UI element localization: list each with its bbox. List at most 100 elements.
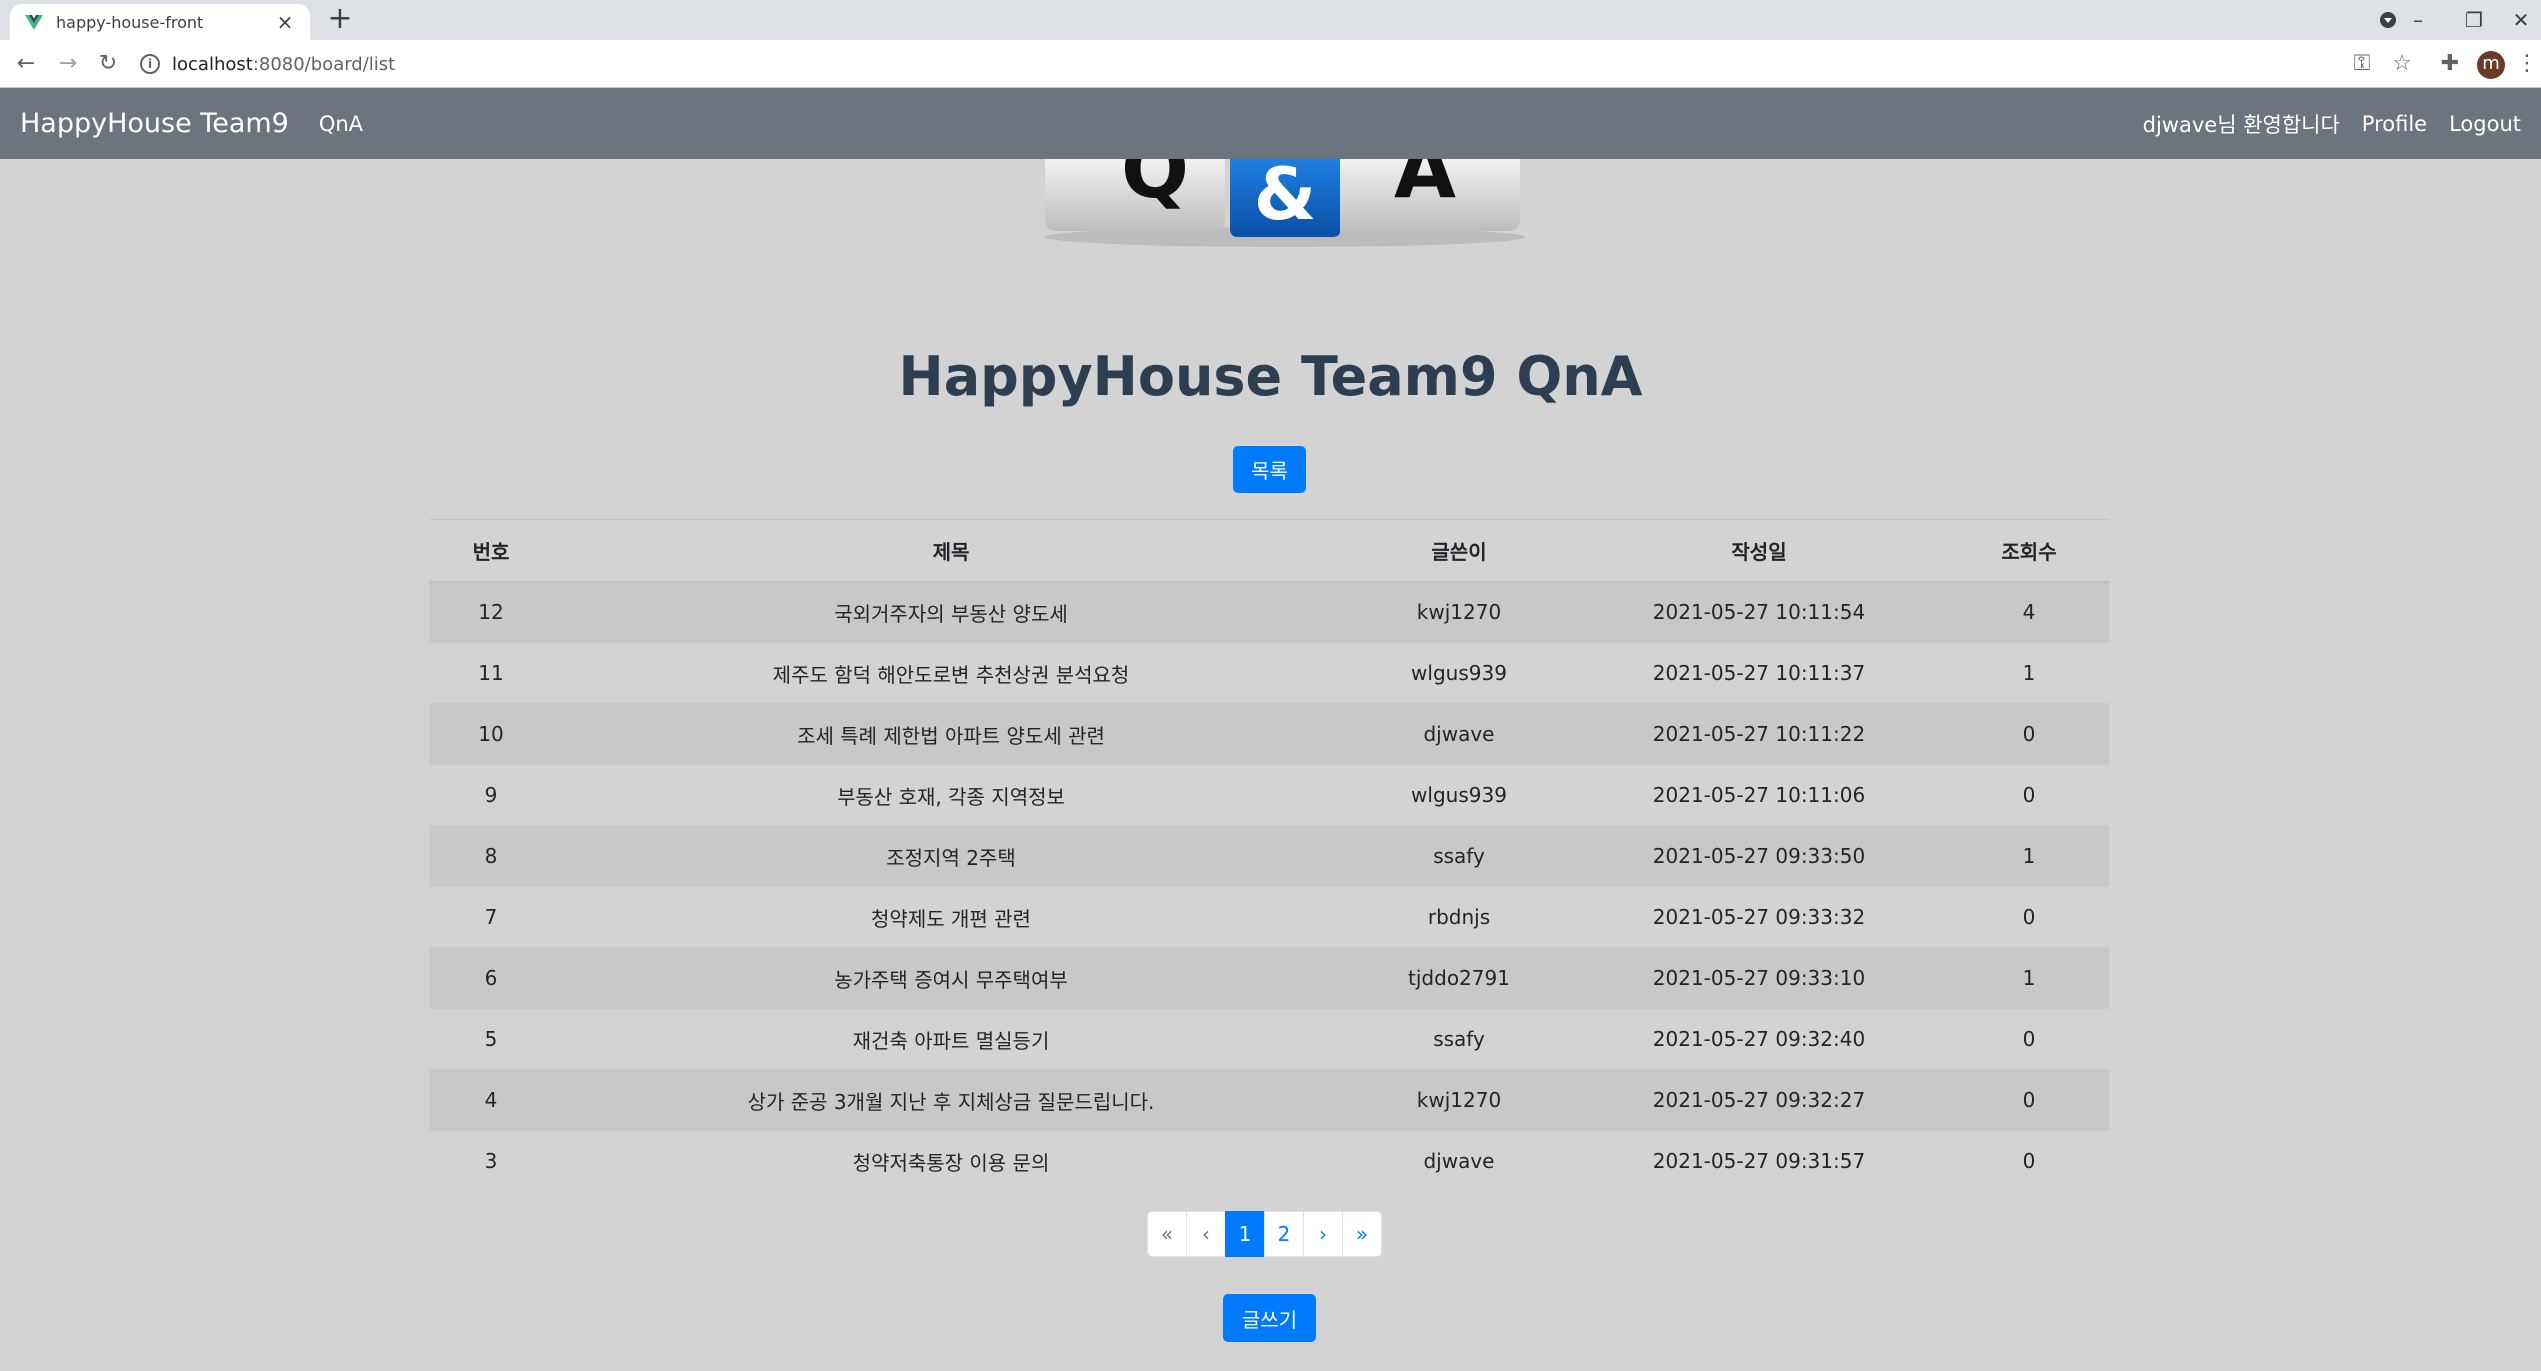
cell-number: 3 bbox=[429, 1130, 553, 1192]
write-button[interactable]: 글쓰기 bbox=[1223, 1294, 1316, 1342]
cell-title[interactable]: 재건축 아파트 멸실등기 bbox=[553, 1008, 1349, 1070]
profile-link[interactable]: Profile bbox=[2362, 112, 2427, 136]
cell-number: 7 bbox=[429, 886, 553, 948]
cell-views: 0 bbox=[1949, 886, 2109, 948]
cell-title[interactable]: 부동산 호재, 각종 지역정보 bbox=[553, 764, 1349, 826]
list-button[interactable]: 목록 bbox=[1233, 446, 1306, 493]
cell-date: 2021-05-27 09:33:10 bbox=[1569, 947, 1949, 1009]
minimize-icon[interactable]: – bbox=[2390, 0, 2446, 40]
vue-logo-icon bbox=[25, 15, 43, 30]
cell-number: 4 bbox=[429, 1069, 553, 1131]
cell-date: 2021-05-27 10:11:22 bbox=[1569, 703, 1949, 765]
logout-link[interactable]: Logout bbox=[2449, 112, 2521, 136]
cell-number: 9 bbox=[429, 764, 553, 826]
cell-views: 0 bbox=[1949, 1069, 2109, 1131]
table-row[interactable]: 9 부동산 호재, 각종 지역정보 wlgus939 2021-05-27 10:11… bbox=[429, 764, 2109, 826]
cell-views: 0 bbox=[1949, 1008, 2109, 1070]
tab-title: happy-house-front bbox=[56, 12, 204, 32]
cell-title[interactable]: 농가주택 증여시 무주택여부 bbox=[553, 947, 1349, 1009]
profile-avatar[interactable]: m bbox=[2477, 51, 2505, 79]
cell-title[interactable]: 상가 준공 3개월 지난 후 지체상금 질문드립니다. bbox=[553, 1069, 1349, 1131]
cell-views: 0 bbox=[1949, 764, 2109, 826]
cell-views: 1 bbox=[1949, 947, 2109, 1009]
restore-icon[interactable]: ❐ bbox=[2446, 0, 2502, 40]
reload-icon[interactable]: ↻ bbox=[92, 48, 124, 80]
pagination: « ‹ 1 2 › » bbox=[1147, 1211, 1382, 1257]
forward-arrow-icon[interactable]: → bbox=[52, 48, 84, 80]
menu-dots-icon[interactable]: ⋮ bbox=[2516, 48, 2538, 80]
star-icon[interactable]: ☆ bbox=[2386, 48, 2418, 80]
table-row[interactable]: 10 조세 특례 제한법 아파트 양도세 관련 djwave 2021-05-27 1… bbox=[429, 703, 2109, 765]
cell-author: kwj1270 bbox=[1349, 1069, 1569, 1131]
cell-title[interactable]: 제주도 함덕 해안도로변 추천상권 분석요청 bbox=[553, 642, 1349, 704]
table-row[interactable]: 3 청약저축통장 이용 문의 djwave 2021-05-27 09:31:57 0 bbox=[429, 1130, 2109, 1192]
cell-number: 12 bbox=[429, 581, 553, 643]
address-bar[interactable]: i localhost:8080/board/list bbox=[140, 46, 2340, 82]
key-icon[interactable]: ⚿ bbox=[2346, 48, 2378, 80]
table-row[interactable]: 12 국외거주자의 부동산 양도세 kwj1270 2021-05-27 10:11:… bbox=[429, 581, 2109, 643]
back-arrow-icon[interactable]: ← bbox=[10, 48, 42, 80]
cell-number: 8 bbox=[429, 825, 553, 887]
close-icon[interactable]: × bbox=[274, 10, 296, 34]
info-icon[interactable]: i bbox=[140, 54, 160, 74]
cell-author: rbdnjs bbox=[1349, 886, 1569, 948]
plus-icon[interactable]: + bbox=[324, 4, 356, 36]
cell-title[interactable]: 조정지역 2주택 bbox=[553, 825, 1349, 887]
cell-date: 2021-05-27 10:11:37 bbox=[1569, 642, 1949, 704]
table-row[interactable]: 4 상가 준공 3개월 지난 후 지체상금 질문드립니다. kwj1270 2021-… bbox=[429, 1069, 2109, 1131]
window-close-icon[interactable]: ✕ bbox=[2501, 0, 2541, 40]
page-prev-button[interactable]: ‹ bbox=[1186, 1211, 1226, 1257]
cell-number: 11 bbox=[429, 642, 553, 704]
cell-date: 2021-05-27 09:33:32 bbox=[1569, 886, 1949, 948]
table-row[interactable]: 7 청약제도 개편 관련 rbdnjs 2021-05-27 09:33:32 0 bbox=[429, 886, 2109, 948]
cell-date: 2021-05-27 09:32:40 bbox=[1569, 1008, 1949, 1070]
puzzle-icon[interactable]: ✚ bbox=[2434, 48, 2466, 80]
page-next-button[interactable]: › bbox=[1303, 1211, 1343, 1257]
table-row[interactable]: 8 조정지역 2주택 ssafy 2021-05-27 09:33:50 1 bbox=[429, 825, 2109, 887]
table-header-row: 번호 제목 글쓴이 작성일 조회수 bbox=[429, 519, 2109, 583]
cell-date: 2021-05-27 09:33:50 bbox=[1569, 825, 1949, 887]
cell-title[interactable]: 청약제도 개편 관련 bbox=[553, 886, 1349, 948]
app-navbar: HappyHouse Team9 QnA djwave님 환영합니다 Profi… bbox=[0, 88, 2541, 159]
table-row[interactable]: 5 재건축 아파트 멸실등기 ssafy 2021-05-27 09:32:40 0 bbox=[429, 1008, 2109, 1070]
browser-toolbar: ← → ↻ i localhost:8080/board/list ⚿ ☆ ✚ … bbox=[0, 40, 2541, 88]
cell-author: kwj1270 bbox=[1349, 581, 1569, 643]
cell-views: 1 bbox=[1949, 642, 2109, 704]
page-button-2[interactable]: 2 bbox=[1264, 1211, 1304, 1257]
cell-views: 0 bbox=[1949, 703, 2109, 765]
cell-author: ssafy bbox=[1349, 825, 1569, 887]
cell-author: djwave bbox=[1349, 1130, 1569, 1192]
cell-author: wlgus939 bbox=[1349, 642, 1569, 704]
banner-letter-q: Q bbox=[1121, 159, 1189, 216]
page-title: HappyHouse Team9 QnA bbox=[898, 345, 1643, 408]
table-row[interactable]: 6 농가주택 증여시 무주택여부 tjddo2791 2021-05-27 09:33… bbox=[429, 947, 2109, 1009]
welcome-text: djwave님 환영합니다 bbox=[2142, 112, 2340, 137]
cell-title[interactable]: 조세 특례 제한법 아파트 양도세 관련 bbox=[553, 703, 1349, 765]
cell-date: 2021-05-27 10:11:06 bbox=[1569, 764, 1949, 826]
board-table: 번호 제목 글쓴이 작성일 조회수 12 국외거주자의 부동산 양도세 kwj127… bbox=[429, 519, 2109, 1192]
page-last-button[interactable]: » bbox=[1342, 1211, 1382, 1257]
page-button-1[interactable]: 1 bbox=[1225, 1211, 1265, 1257]
header-date: 작성일 bbox=[1569, 519, 1949, 583]
navbar-brand[interactable]: HappyHouse Team9 bbox=[20, 108, 289, 139]
banner-letter-a: A bbox=[1394, 159, 1456, 216]
page-first-button[interactable]: « bbox=[1147, 1211, 1187, 1257]
table-row[interactable]: 11 제주도 함덕 해안도로변 추천상권 분석요청 wlgus939 2021-05-… bbox=[429, 642, 2109, 704]
header-views: 조회수 bbox=[1949, 519, 2109, 583]
cell-date: 2021-05-27 09:31:57 bbox=[1569, 1130, 1949, 1192]
cell-views: 0 bbox=[1949, 1130, 2109, 1192]
cell-author: djwave bbox=[1349, 703, 1569, 765]
qna-banner-image: Q & A bbox=[1045, 159, 1525, 247]
cell-date: 2021-05-27 09:32:27 bbox=[1569, 1069, 1949, 1131]
cell-date: 2021-05-27 10:11:54 bbox=[1569, 581, 1949, 643]
header-title: 제목 bbox=[553, 519, 1349, 583]
url-path: :8080/board/list bbox=[252, 53, 396, 75]
nav-link-qna[interactable]: QnA bbox=[319, 112, 363, 136]
banner-letter-amp: & bbox=[1254, 159, 1317, 236]
cell-title[interactable]: 청약저축통장 이용 문의 bbox=[553, 1130, 1349, 1192]
browser-tab[interactable]: happy-house-front × bbox=[10, 4, 310, 40]
cell-title[interactable]: 국외거주자의 부동산 양도세 bbox=[553, 581, 1349, 643]
cell-author: wlgus939 bbox=[1349, 764, 1569, 826]
header-number: 번호 bbox=[429, 519, 553, 583]
cell-author: ssafy bbox=[1349, 1008, 1569, 1070]
